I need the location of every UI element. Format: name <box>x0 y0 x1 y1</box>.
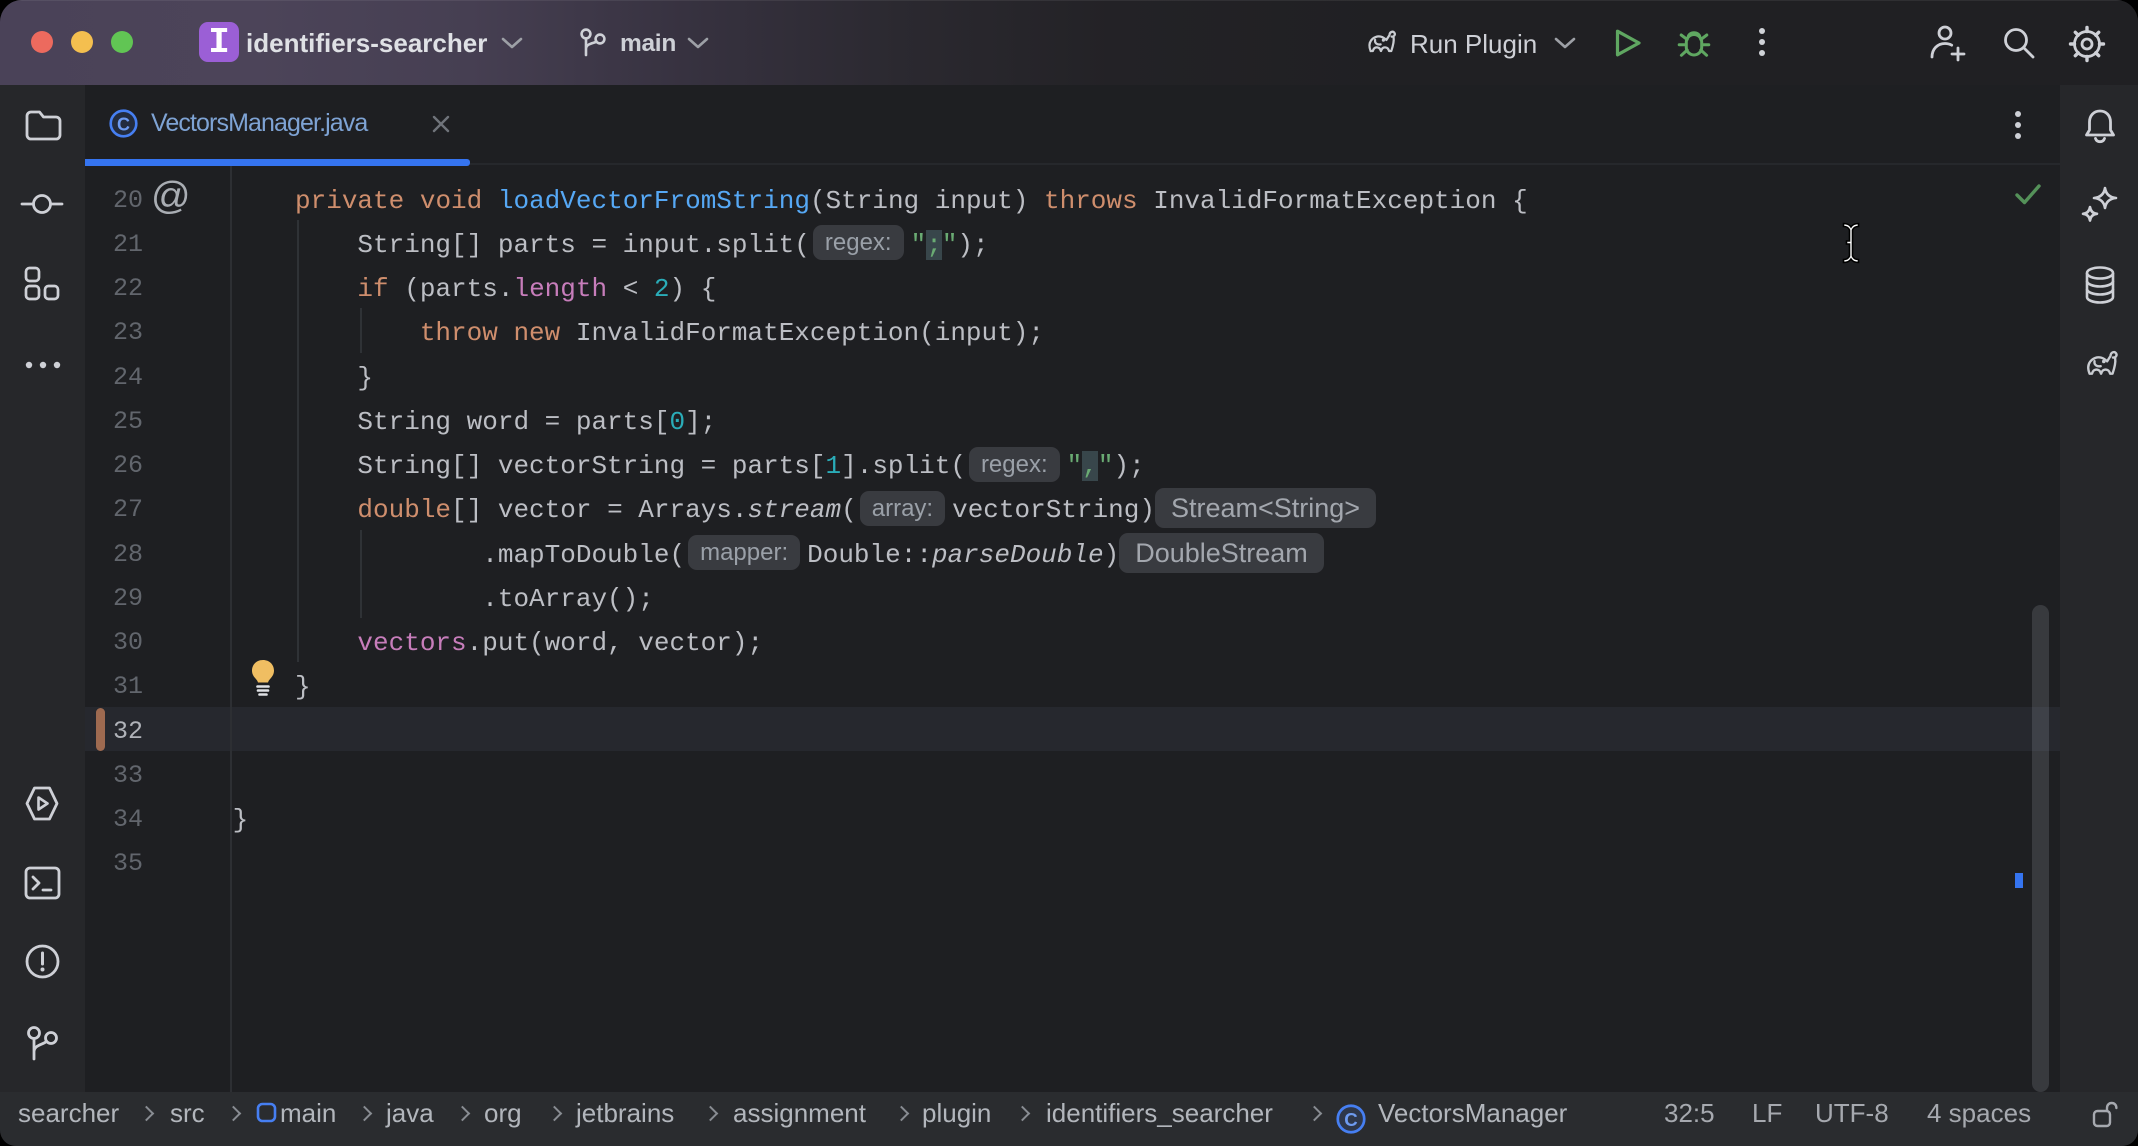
svg-text:C: C <box>1344 1109 1357 1130</box>
svg-text:C: C <box>117 115 130 135</box>
